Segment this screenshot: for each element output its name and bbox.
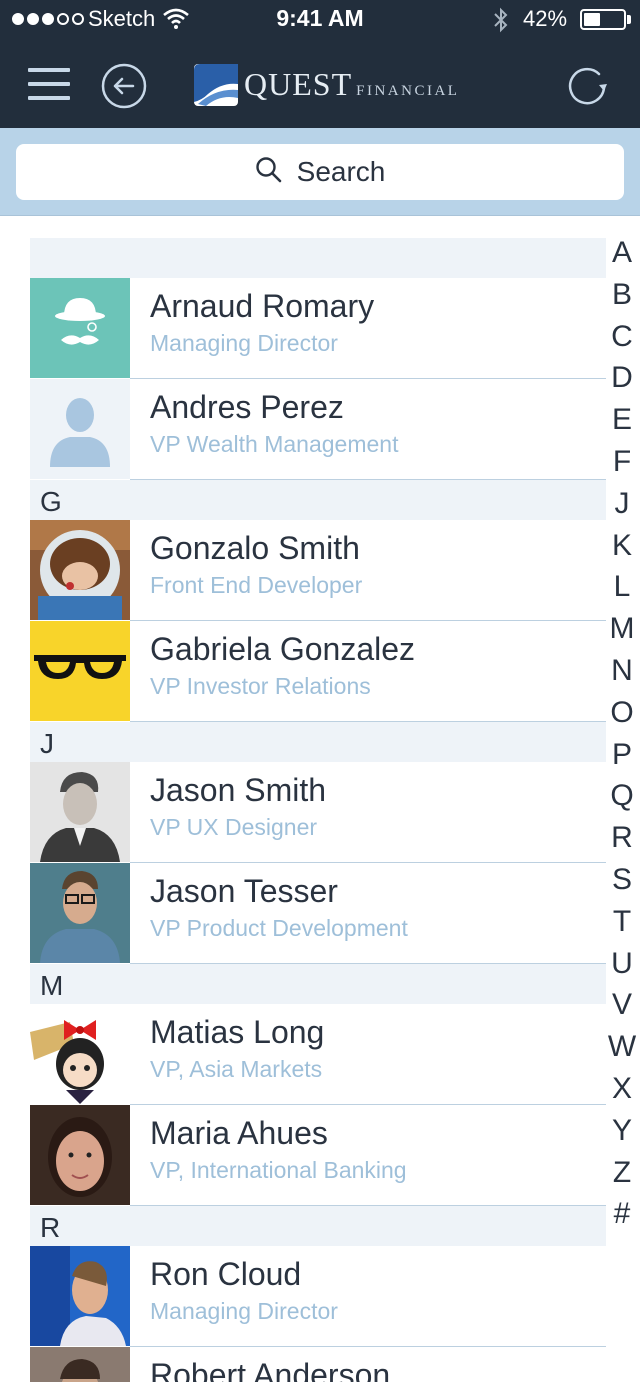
- astronaut-helmet-photo: [30, 520, 130, 620]
- index-letter-r[interactable]: R: [604, 817, 640, 859]
- hamburger-menu-icon[interactable]: [28, 68, 70, 100]
- index-letter-m[interactable]: M: [604, 608, 640, 650]
- refresh-icon[interactable]: [567, 65, 609, 107]
- search-content: Search: [16, 144, 624, 200]
- index-letter-t[interactable]: T: [604, 901, 640, 943]
- brand-name: QUEST: [244, 66, 353, 102]
- black-glasses-avatar: [30, 621, 130, 721]
- index-letter-v[interactable]: V: [604, 984, 640, 1026]
- anime-girl-red-bow-avatar: [30, 1004, 130, 1104]
- alphabet-index[interactable]: A B C D E F J K L M N O P Q R S T U V W …: [604, 232, 640, 1235]
- search-band: Search: [0, 128, 640, 216]
- search-bar[interactable]: Search: [16, 144, 624, 200]
- search-label: Search: [296, 156, 386, 187]
- index-letter-o[interactable]: O: [604, 692, 640, 734]
- index-letter-hash[interactable]: #: [604, 1193, 640, 1235]
- index-letter-a[interactable]: A: [604, 232, 640, 274]
- section-header: M: [30, 964, 606, 1004]
- brand-suffix: FINANCIAL: [356, 83, 460, 99]
- contact-row[interactable]: Maria Ahues VP, International Banking: [30, 1105, 606, 1206]
- contact-title: Managing Director: [150, 330, 338, 356]
- woman-portrait-photo: [30, 1105, 130, 1205]
- index-letter-k[interactable]: K: [604, 525, 640, 567]
- section-header: [30, 238, 606, 278]
- battery-level: [584, 13, 600, 26]
- index-letter-s[interactable]: S: [604, 859, 640, 901]
- contact-name: Robert Anderson: [150, 1357, 391, 1382]
- contact-row[interactable]: Jason Smith VP UX Designer: [30, 762, 606, 863]
- contact-title: VP Wealth Management: [150, 431, 399, 457]
- index-letter-y[interactable]: Y: [604, 1110, 640, 1152]
- row-divider: [130, 1205, 606, 1206]
- row-divider: [130, 479, 606, 480]
- contact-name: Gabriela Gonzalez: [150, 631, 416, 667]
- contact-row[interactable]: Matias Long VP, Asia Markets: [30, 1004, 606, 1105]
- index-letter-j[interactable]: J: [604, 483, 640, 525]
- index-letter-p[interactable]: P: [604, 734, 640, 776]
- index-letter-f[interactable]: F: [604, 441, 640, 483]
- section-header: J: [30, 722, 606, 762]
- index-letter-q[interactable]: Q: [604, 775, 640, 817]
- man-portrait-photo: [30, 1347, 130, 1382]
- back-arrow-circle-icon[interactable]: [101, 63, 147, 109]
- search-icon: [255, 156, 283, 189]
- index-letter-w[interactable]: W: [604, 1026, 640, 1068]
- index-letter-n[interactable]: N: [604, 650, 640, 692]
- contact-name: Jason Smith: [150, 772, 327, 808]
- contact-row[interactable]: Andres Perez VP Wealth Management: [30, 379, 606, 480]
- contact-name: Gonzalo Smith: [150, 530, 360, 566]
- nav-bar: QUEST FINANCIAL: [0, 40, 640, 128]
- index-letter-u[interactable]: U: [604, 943, 640, 985]
- contact-title: Front End Developer: [150, 572, 363, 598]
- man-speaking-photo: [30, 1246, 130, 1346]
- contact-row[interactable]: Gonzalo Smith Front End Developer: [30, 520, 606, 621]
- battery-percent: 42%: [523, 6, 568, 31]
- section-header: R: [30, 1206, 606, 1246]
- man-with-glasses-photo: [30, 863, 130, 963]
- default-person-avatar: [30, 379, 130, 479]
- quest-logo-icon: [194, 64, 238, 106]
- contact-title: VP, Asia Markets: [150, 1056, 323, 1082]
- section-header: G: [30, 480, 606, 520]
- contact-row[interactable]: Robert Anderson: [30, 1347, 606, 1382]
- contact-title: VP Product Development: [150, 915, 408, 941]
- index-letter-b[interactable]: B: [604, 274, 640, 316]
- contact-name: Matias Long: [150, 1014, 325, 1050]
- row-divider: [130, 721, 606, 722]
- battery-icon: [580, 9, 626, 30]
- contact-row[interactable]: Jason Tesser VP Product Development: [30, 863, 606, 964]
- contact-name: Arnaud Romary: [150, 288, 375, 324]
- contact-name: Andres Perez: [150, 389, 344, 425]
- brand-wordmark: QUEST FINANCIAL: [244, 66, 459, 103]
- man-in-suit-photo: [30, 762, 130, 862]
- contact-name: Jason Tesser: [150, 873, 338, 909]
- status-bar: Sketch 9:41 AM 42%: [0, 0, 640, 40]
- contact-row[interactable]: Gabriela Gonzalez VP Investor Relations: [30, 621, 606, 722]
- contact-title: Managing Director: [150, 1298, 338, 1324]
- contact-row[interactable]: Arnaud Romary Managing Director: [30, 278, 606, 379]
- index-letter-e[interactable]: E: [604, 399, 640, 441]
- row-divider: [130, 963, 606, 964]
- battery-tip: [627, 15, 631, 24]
- index-letter-z[interactable]: Z: [604, 1152, 640, 1194]
- contact-title: VP UX Designer: [150, 814, 318, 840]
- bowler-hat-mustache-avatar: [30, 278, 130, 378]
- top-bar: Sketch 9:41 AM 42% QUEST FINANCIAL: [0, 0, 640, 128]
- contact-title: VP Investor Relations: [150, 673, 371, 699]
- contact-name: Ron Cloud: [150, 1256, 302, 1292]
- contact-title: VP, International Banking: [150, 1157, 407, 1183]
- index-letter-c[interactable]: C: [604, 316, 640, 358]
- index-letter-d[interactable]: D: [604, 357, 640, 399]
- contact-list[interactable]: Arnaud Romary Managing Director Andres P…: [30, 238, 606, 1382]
- contact-row[interactable]: Ron Cloud Managing Director: [30, 1246, 606, 1347]
- contact-name: Maria Ahues: [150, 1115, 328, 1151]
- bluetooth-icon: [491, 6, 511, 39]
- index-letter-l[interactable]: L: [604, 566, 640, 608]
- index-letter-x[interactable]: X: [604, 1068, 640, 1110]
